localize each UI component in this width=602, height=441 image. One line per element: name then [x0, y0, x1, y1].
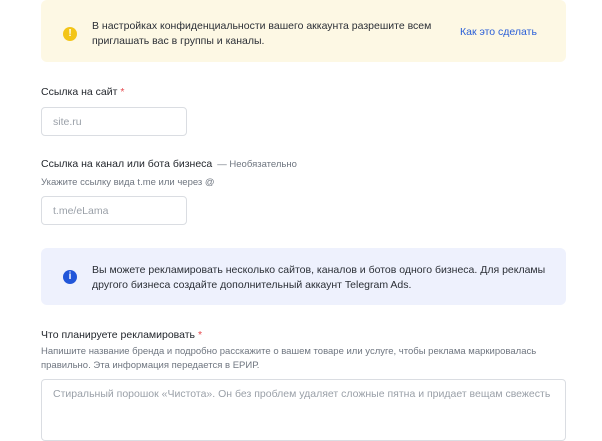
business-notice: i Вы можете рекламировать несколько сайт…: [41, 248, 566, 305]
privacy-notice-text: В настройках конфиденциальности вашего а…: [92, 20, 432, 47]
channel-field-hint: Укажите ссылку вида t.me или через @: [41, 177, 215, 188]
required-mark: *: [198, 329, 203, 341]
site-input[interactable]: [41, 107, 187, 136]
channel-input[interactable]: [41, 196, 187, 225]
how-to-link[interactable]: Как это сделать: [460, 26, 537, 38]
channel-field-label: Ссылка на канал или бота бизнеса — Необяз…: [41, 158, 297, 170]
info-icon: i: [63, 270, 77, 284]
exclamation-icon: !: [63, 27, 77, 41]
optional-mark: — Необязательно: [217, 159, 297, 170]
promo-field-label-text: Что планируете рекламировать: [41, 329, 196, 341]
site-field-label-text: Ссылка на сайт: [41, 86, 118, 98]
channel-field-label-text: Ссылка на канал или бота бизнеса: [41, 158, 213, 170]
promo-field-label: Что планируете рекламировать *: [41, 329, 202, 341]
required-mark: *: [120, 86, 125, 98]
promo-textarea[interactable]: [41, 379, 566, 441]
site-field-label: Ссылка на сайт *: [41, 86, 125, 98]
promo-field-hint: Напишите название бренда и подробно расс…: [41, 346, 537, 371]
ad-account-form: ! В настройках конфиденциальности вашего…: [0, 0, 602, 441]
privacy-notice: ! В настройках конфиденциальности вашего…: [41, 0, 566, 62]
business-notice-text: Вы можете рекламировать несколько сайтов…: [92, 264, 546, 291]
